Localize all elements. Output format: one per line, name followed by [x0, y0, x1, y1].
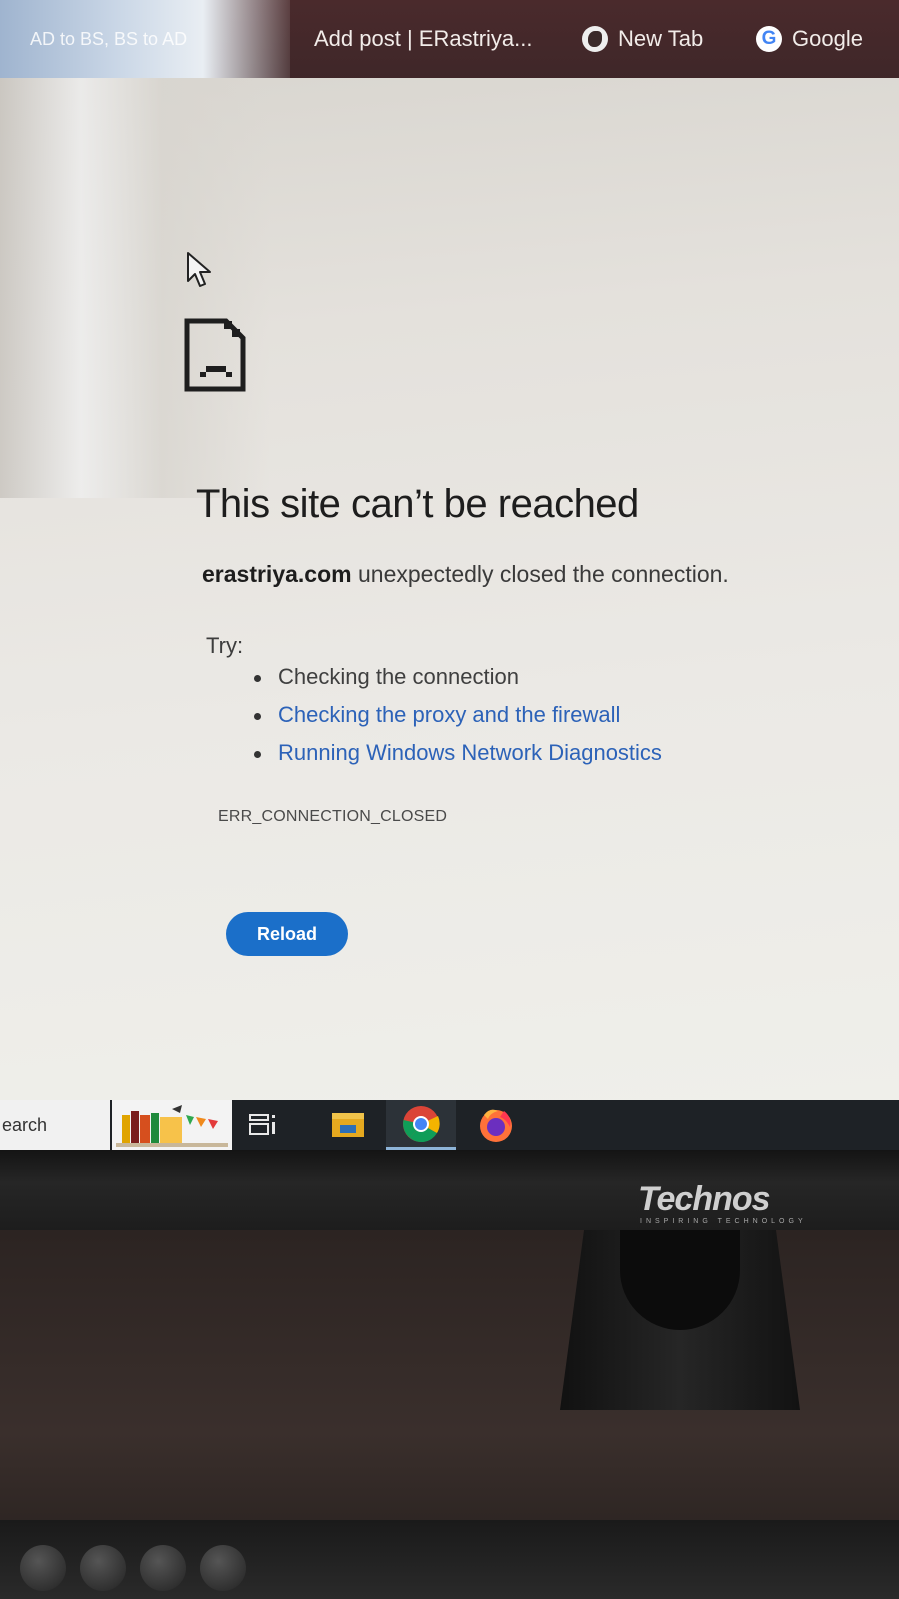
taskbar-task-view[interactable] — [240, 1100, 286, 1150]
firefox-icon — [480, 1109, 512, 1142]
bookmark-google[interactable]: G Google — [756, 20, 863, 58]
monitor-brand-logo: Technos — [638, 1180, 771, 1218]
suggestion-network-diagnostics-link[interactable]: Running Windows Network Diagnostics — [250, 734, 662, 772]
taskbar-firefox[interactable] — [466, 1100, 526, 1150]
bookmarks-bar: AD to BS, BS to AD Add post | ERastriya.… — [0, 0, 899, 90]
bookmark-ad-bs[interactable]: AD to BS, BS to AD — [30, 20, 187, 58]
chrome-icon — [403, 1105, 440, 1142]
screen-reflection — [0, 78, 270, 498]
bookmark-new-tab[interactable]: New Tab — [582, 20, 703, 58]
bookmark-label: AD to BS, BS to AD — [30, 28, 188, 49]
taskbar-chrome[interactable] — [386, 1100, 456, 1150]
bookmark-label: Google — [792, 26, 863, 51]
taskbar-file-explorer[interactable] — [316, 1100, 380, 1150]
taskbar-search-input[interactable]: earch — [0, 1100, 110, 1150]
keyboard-key — [200, 1545, 246, 1591]
error-message-text: unexpectedly closed the connection. — [351, 561, 729, 587]
bookmark-add-post[interactable]: Add post | ERastriya... — [314, 20, 532, 58]
keyboard-key — [20, 1545, 66, 1591]
suggestion-check-connection: Checking the connection — [250, 658, 662, 696]
monitor-brand-tagline: INSPIRING TECHNOLOGY — [640, 1218, 807, 1225]
bookmark-label: New Tab — [618, 26, 704, 51]
books-icon — [116, 1105, 228, 1147]
error-message: erastriya.com unexpectedly closed the co… — [202, 561, 729, 588]
mouse-cursor-icon — [187, 252, 211, 287]
keyboard — [0, 1520, 899, 1599]
suggestion-list: Checking the connection Checking the pro… — [250, 658, 662, 772]
task-view-icon — [249, 1114, 275, 1135]
globe-icon — [582, 26, 608, 52]
taskbar-app-books[interactable] — [112, 1100, 232, 1150]
google-icon: G — [756, 26, 782, 52]
suggestion-check-proxy-link[interactable]: Checking the proxy and the firewall — [250, 696, 662, 734]
keyboard-key — [80, 1545, 126, 1591]
sad-page-icon — [184, 318, 246, 392]
keyboard-key — [140, 1545, 186, 1591]
bookmark-label: Add post | ERastriya... — [314, 26, 533, 51]
error-domain: erastriya.com — [202, 561, 352, 587]
try-label: Try: — [206, 633, 244, 658]
taskbar: earch — [0, 1100, 899, 1150]
error-title: This site can’t be reached — [196, 482, 639, 526]
reload-button[interactable]: Reload — [226, 912, 348, 956]
file-explorer-icon — [332, 1113, 364, 1137]
error-code: ERR_CONNECTION_CLOSED — [218, 808, 448, 825]
